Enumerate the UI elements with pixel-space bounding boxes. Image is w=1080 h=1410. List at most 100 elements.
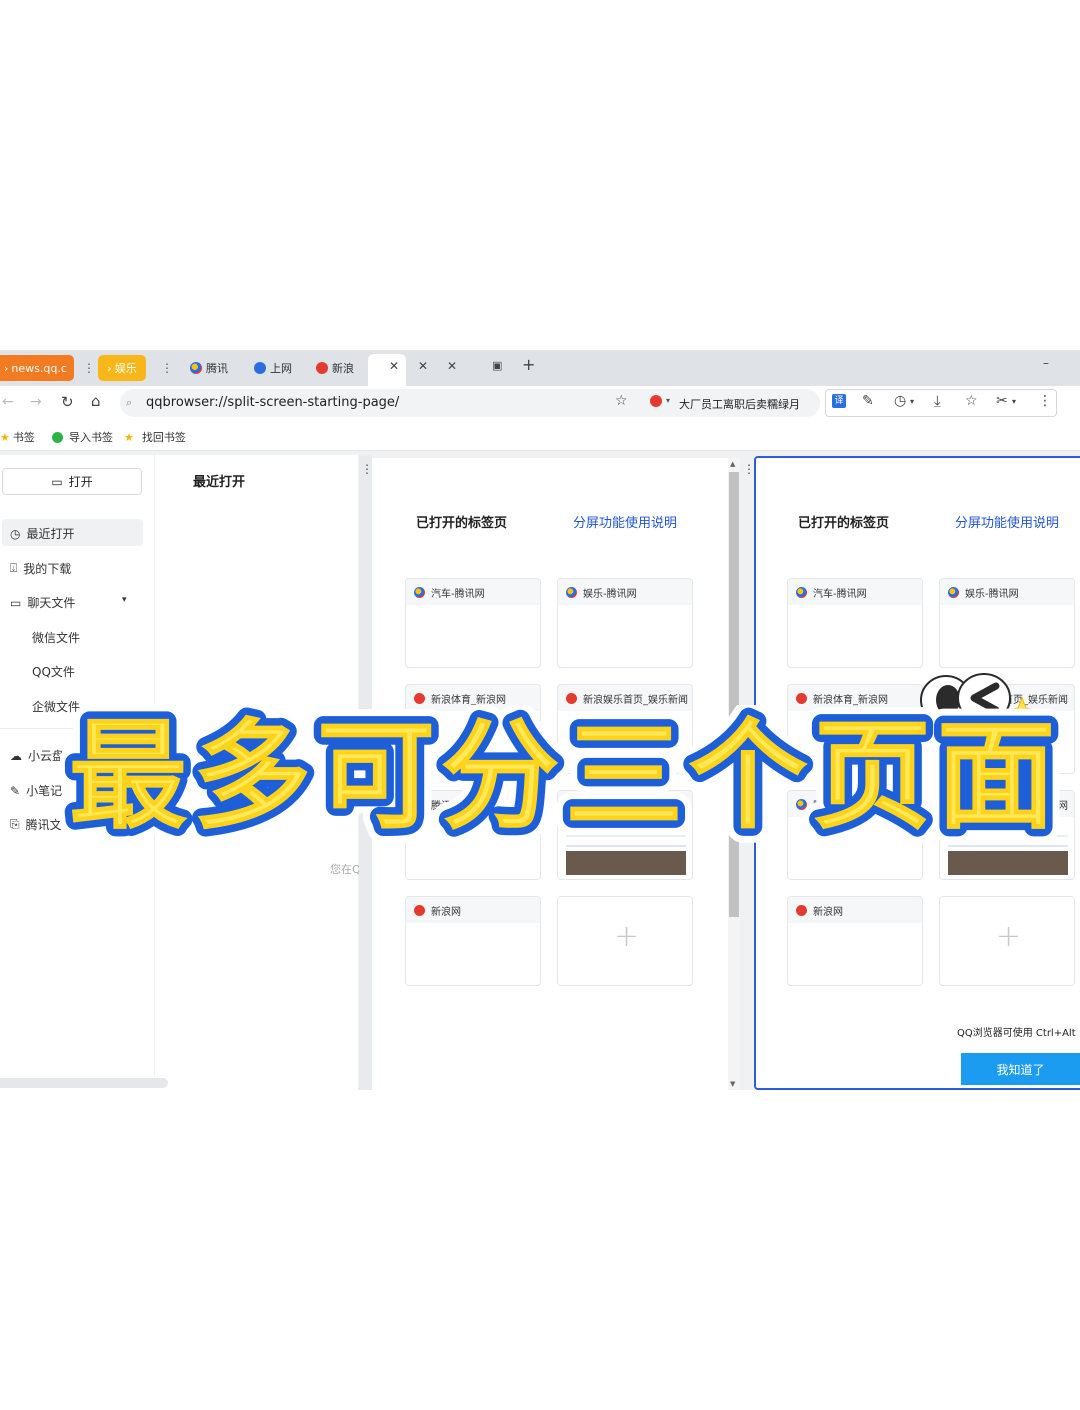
tab-card[interactable]: 娱乐-腾讯网 — [557, 578, 693, 668]
empty-hint: 您在Q — [330, 863, 361, 876]
new-tab-icon[interactable]: + — [522, 355, 535, 374]
tab-news[interactable]: › news.qq.c — [0, 355, 74, 381]
sidebar-item-wechat[interactable]: 微信文件 — [32, 629, 80, 646]
pen-icon: ✎ — [10, 783, 21, 798]
bookmark-star-icon[interactable]: ☆ — [615, 393, 628, 409]
plus-icon: + — [996, 919, 1022, 954]
tab-card-title: 新浪网 — [813, 906, 843, 918]
overlay-title: 最多可分三个页面 最多可分三个页面 最多可分三个页面 — [60, 705, 1070, 855]
tab-card-title: 娱乐-腾讯网 — [583, 588, 637, 600]
folder-icon: ▭ — [51, 474, 63, 489]
sina-icon — [414, 692, 425, 704]
sina-icon — [796, 692, 807, 704]
recent-title: 最近打开 — [193, 475, 246, 490]
open-button[interactable]: ▭ 打开 — [2, 468, 142, 495]
tab-label: 上网 — [270, 362, 292, 375]
tab-card[interactable]: 汽车-腾讯网 — [405, 578, 541, 668]
scroll-up-icon[interactable]: ▲ — [730, 460, 735, 468]
bookmark-recover[interactable]: ★ 找回书签 — [124, 429, 186, 445]
split-help-link[interactable]: 分屏功能使用说明 — [573, 512, 677, 531]
sidebar-item-cloud[interactable]: ☁ 小云盘 — [10, 747, 64, 764]
bookmark-item[interactable]: ★ 书签 — [0, 429, 35, 445]
tab-card[interactable]: 汽车-腾讯网 — [787, 578, 923, 668]
shortcut-tip: QQ浏览器可使用 Ctrl+Alt — [957, 1028, 1076, 1039]
tab-card-title: 汽车-腾讯网 — [431, 588, 485, 600]
sidebar-item-chat-files[interactable]: ▭ 聊天文件 — [10, 594, 75, 611]
search-engine-icon[interactable] — [650, 395, 662, 407]
tab-card-title: 新浪网 — [431, 906, 461, 918]
tencent-icon — [566, 586, 577, 598]
docs-icon: ⎘ — [10, 817, 20, 831]
scroll-down-icon[interactable]: ▼ — [730, 1080, 735, 1088]
tab-group-menu-icon[interactable]: ⋮ — [161, 361, 173, 375]
download-icon[interactable]: ⤓ — [934, 392, 941, 410]
history-icon[interactable]: ◷ — [894, 393, 906, 409]
chevron-down-icon[interactable]: ▾ — [122, 595, 127, 605]
tab-active-blank[interactable] — [368, 354, 406, 386]
sina-icon — [796, 904, 807, 916]
scrollbar-horizontal[interactable] — [0, 1078, 168, 1088]
url-text[interactable]: qqbrowser://split-screen-starting-page/ — [146, 395, 399, 410]
sidebar-label: 最近打开 — [26, 527, 75, 541]
sidebar-item-notes[interactable]: ✎ 小笔记 — [10, 782, 62, 799]
tencent-icon — [190, 362, 202, 374]
sina-icon — [566, 692, 577, 704]
hot-search-text[interactable]: 大厂员工离职后卖糯绿月 — [679, 396, 814, 412]
back-icon[interactable]: ← — [2, 394, 14, 410]
sidebar-item-qq[interactable]: QQ文件 — [32, 663, 75, 680]
overlay-title-text: 最多可分三个页面 — [69, 707, 1061, 845]
close-tab-icon[interactable]: ✕ — [418, 359, 428, 373]
tab-card[interactable]: 娱乐-腾讯网 — [939, 578, 1075, 668]
tab-card-title: 新浪体育_新浪网 — [431, 694, 506, 706]
tab-label: 新浪 — [332, 362, 354, 375]
add-tab-card[interactable]: + — [557, 896, 693, 986]
close-tab-icon[interactable]: ✕ — [447, 359, 457, 373]
site-info-icon[interactable]: ⌕ — [126, 396, 132, 410]
chevron-right-icon: › — [107, 361, 112, 375]
bookmark-label: 导入书签 — [69, 431, 113, 444]
chevron-down-icon[interactable]: ▾ — [910, 397, 914, 406]
minimize-icon[interactable]: – — [1043, 356, 1049, 370]
chat-icon: ▭ — [10, 595, 22, 610]
tab-entertainment[interactable]: › 娱乐 — [98, 355, 146, 381]
tab-sina[interactable]: 新浪 — [316, 355, 356, 381]
tencent-icon — [796, 586, 807, 598]
translate-icon[interactable]: 译 — [832, 394, 846, 408]
split-help-link[interactable]: 分屏功能使用说明 — [955, 512, 1059, 531]
chevron-right-icon: › — [4, 361, 9, 375]
tab-card[interactable]: 新浪网 — [787, 896, 923, 986]
sidebar-label: 小云盘 — [28, 749, 65, 763]
sidebar-label: 小笔记 — [26, 784, 63, 798]
close-tab-icon[interactable]: ✕ — [389, 359, 399, 373]
sidebar-item-recent[interactable]: ◷ 最近打开 — [10, 525, 75, 542]
tab-card[interactable]: 新浪网 — [405, 896, 541, 986]
add-tab-card[interactable]: + — [939, 896, 1075, 986]
tab-tencent[interactable]: 腾讯 — [190, 355, 230, 381]
opened-tabs-heading: 已打开的标签页 — [416, 516, 508, 531]
tab-group-menu-icon[interactable]: ⋮ — [83, 361, 95, 375]
tab-card-title: 娱乐-腾讯网 — [965, 588, 1019, 600]
screenshot-icon[interactable]: ✎ — [862, 393, 874, 409]
open-label: 打开 — [68, 475, 93, 489]
tencent-icon — [414, 586, 425, 598]
tab-ent-label: 娱乐 — [114, 362, 137, 375]
tab-card-title: 汽车-腾讯网 — [813, 588, 867, 600]
chevron-down-icon[interactable]: ▾ — [666, 396, 670, 405]
menu-icon[interactable]: ⋮ — [1038, 393, 1052, 409]
cut-icon[interactable]: ✂ — [996, 393, 1008, 409]
sidebar-item-downloads[interactable]: ⍗ 我的下载 — [10, 560, 71, 577]
forward-icon[interactable]: → — [30, 394, 42, 410]
tab-overview-icon[interactable]: ▣ — [492, 359, 502, 372]
reload-icon[interactable]: ↻ — [61, 393, 74, 411]
plus-icon: + — [614, 919, 640, 954]
home-icon[interactable]: ⌂ — [91, 392, 101, 410]
search-engine-icon — [254, 362, 266, 374]
tab-search[interactable]: 上网 — [254, 355, 294, 381]
favorites-icon[interactable]: ☆ — [965, 393, 978, 409]
tab-strip: › news.qq.c ⋮ › 娱乐 ⋮ 腾讯 上网 新浪 ✕ ✕ ✕ ▣ + … — [0, 350, 1080, 386]
tab-news-label: news.qq.c — [11, 361, 67, 375]
chevron-down-icon[interactable]: ▾ — [1012, 397, 1016, 406]
tab-label: 腾讯 — [206, 362, 228, 375]
got-it-button[interactable]: 我知道了 — [961, 1053, 1080, 1085]
bookmark-import[interactable]: 导入书签 — [52, 429, 113, 445]
